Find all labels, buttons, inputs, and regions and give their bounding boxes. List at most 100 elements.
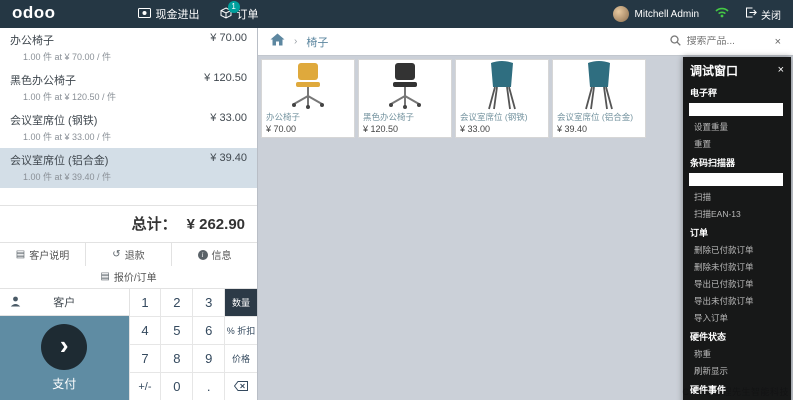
- numpad-key-6[interactable]: 6: [193, 317, 226, 345]
- numpad-key-7[interactable]: 7: [129, 345, 162, 373]
- order-total: 总计： ¥ 262.90: [0, 205, 257, 242]
- product-price: ¥ 39.40: [557, 124, 588, 134]
- product-card[interactable]: 黑色办公椅子 ¥ 120.50: [358, 59, 452, 138]
- product-card[interactable]: 会议室席位 (铝合金) ¥ 39.40: [552, 59, 646, 138]
- product-image-office-chair: [262, 60, 354, 111]
- home-icon[interactable]: [270, 33, 285, 51]
- product-name: 会议室席位 (铝合金): [557, 112, 634, 122]
- orders-label: 订单: [236, 9, 259, 21]
- close-session-button[interactable]: 关闭: [745, 7, 781, 22]
- numpad-key-9[interactable]: 9: [193, 345, 226, 373]
- info-button[interactable]: i 信息: [171, 243, 257, 266]
- order-panel: 办公椅子 ¥ 70.00 1.00 件 at ¥ 70.00 / 件 黑色办公椅子…: [0, 28, 258, 400]
- product-searchbox: ×: [669, 33, 781, 51]
- customer-icon: [10, 296, 21, 310]
- numpad-mode-discount[interactable]: % 折扣: [225, 317, 257, 345]
- barcode-input[interactable]: [689, 173, 783, 186]
- breadcrumb-category[interactable]: 椅子: [306, 34, 328, 50]
- order-lines: 办公椅子 ¥ 70.00 1.00 件 at ¥ 70.00 / 件 黑色办公椅子…: [0, 28, 257, 205]
- line-detail: 1.00 件 at ¥ 70.00 / 件: [23, 52, 112, 62]
- debug-section-hardware-status: 硬件状态: [690, 332, 727, 342]
- numpad-backspace-button[interactable]: [225, 373, 257, 400]
- debug-window: 调试窗口 × 电子秤 设置重量 重置 条码扫描器 扫描 扫描EAN-13 订单 …: [683, 57, 791, 400]
- product-price: ¥ 120.50: [363, 124, 399, 134]
- numpad-key-0[interactable]: 0: [161, 373, 194, 400]
- numpad: 1 2 3 数量 4 5 6 % 折扣 7 8 9 价格 +/- 0 .: [128, 289, 257, 400]
- total-label: 总计：: [131, 216, 177, 233]
- numpad-key-dot[interactable]: .: [193, 373, 226, 400]
- line-product-name: 办公椅子: [10, 35, 54, 47]
- export-paid-orders-button[interactable]: 导出已付款订单: [683, 275, 791, 292]
- numpad-key-plus-minus[interactable]: +/-: [129, 373, 162, 400]
- orders-count-badge: 1: [227, 0, 240, 13]
- breadcrumb: › 椅子 ×: [258, 28, 793, 56]
- debug-section-electronic-scale: 电子秤: [690, 88, 718, 98]
- product-card[interactable]: 会议室席位 (钢铁) ¥ 33.00: [455, 59, 549, 138]
- quotation-order-button[interactable]: ▤ 报价/订单: [0, 266, 257, 288]
- cash-icon: [137, 7, 151, 21]
- numpad-key-1[interactable]: 1: [129, 289, 162, 317]
- pay-arrow-icon: ›: [41, 324, 88, 370]
- delete-unpaid-orders-button[interactable]: 删除未付款订单: [683, 258, 791, 275]
- close-session-label: 关闭: [761, 10, 781, 22]
- line-product-name: 会议室席位 (钢铁): [10, 115, 98, 127]
- search-icon: [669, 33, 681, 51]
- reset-weight-button[interactable]: 重置: [683, 135, 791, 152]
- search-clear-icon[interactable]: ×: [775, 36, 781, 48]
- user-name: Mitchell Admin: [634, 8, 699, 20]
- product-image-conference-chair-steel: [456, 60, 548, 111]
- scan-ean13-button[interactable]: 扫描EAN-13: [683, 205, 791, 222]
- sign-out-icon: [745, 7, 757, 21]
- top-header: odoo 现金进出 1 订单 Mitchell Admin 关闭: [0, 0, 793, 28]
- numpad-key-3[interactable]: 3: [193, 289, 226, 317]
- weighing-status[interactable]: 称重: [683, 345, 791, 362]
- product-image-conference-chair-aluminium: [553, 60, 645, 111]
- product-card[interactable]: 办公椅子 ¥ 70.00: [261, 59, 355, 138]
- customer-note-button[interactable]: ▤ 客户说明: [0, 243, 85, 266]
- cash-in-out-button[interactable]: 现金进出: [137, 6, 200, 22]
- customer-button[interactable]: 客户: [0, 289, 129, 316]
- avatar: [612, 6, 629, 22]
- debug-close-icon[interactable]: ×: [778, 65, 784, 76]
- customer-note-icon: ▤: [15, 249, 26, 260]
- order-line[interactable]: 黑色办公椅子 ¥ 120.50 1.00 件 at ¥ 120.50 / 件: [0, 68, 257, 108]
- set-weight-button[interactable]: 设置重量: [683, 118, 791, 135]
- import-orders-button[interactable]: 导入订单: [683, 309, 791, 326]
- numpad-key-4[interactable]: 4: [129, 317, 162, 345]
- product-price: ¥ 70.00: [266, 124, 297, 134]
- delete-paid-orders-button[interactable]: 删除已付款订单: [683, 241, 791, 258]
- order-line[interactable]: 办公椅子 ¥ 70.00 1.00 件 at ¥ 70.00 / 件: [0, 28, 257, 68]
- numpad-key-8[interactable]: 8: [161, 345, 194, 373]
- order-line[interactable]: 会议室席位 (钢铁) ¥ 33.00 1.00 件 at ¥ 33.00 / 件: [0, 108, 257, 148]
- product-name: 办公椅子: [266, 112, 301, 122]
- orders-button[interactable]: 1 订单: [220, 0, 259, 22]
- wifi-status-icon[interactable]: [715, 7, 729, 21]
- numpad-key-2[interactable]: 2: [161, 289, 194, 317]
- numpad-mode-quantity[interactable]: 数量: [225, 289, 257, 317]
- scan-button[interactable]: 扫描: [683, 188, 791, 205]
- debug-section-orders: 订单: [690, 228, 709, 238]
- order-line-selected[interactable]: 会议室席位 (铝合金) ¥ 39.40 1.00 件 at ¥ 39.40 / 件: [0, 148, 257, 188]
- backspace-icon: [233, 379, 249, 394]
- numpad-key-5[interactable]: 5: [161, 317, 194, 345]
- search-input[interactable]: [686, 36, 769, 47]
- line-detail: 1.00 件 at ¥ 39.40 / 件: [23, 172, 112, 182]
- debug-section-barcode-scanner: 条码扫描器: [690, 158, 736, 168]
- pay-button[interactable]: › 支付: [0, 316, 129, 400]
- numpad-mode-price[interactable]: 价格: [225, 345, 257, 373]
- product-name: 黑色办公椅子: [363, 112, 415, 122]
- refund-button[interactable]: ↺ 退款: [85, 243, 171, 266]
- export-unpaid-orders-button[interactable]: 导出未付款订单: [683, 292, 791, 309]
- debug-section-hardware-events: 硬件事件: [690, 385, 727, 395]
- line-detail: 1.00 件 at ¥ 120.50 / 件: [23, 92, 117, 102]
- debug-window-title: 调试窗口: [690, 64, 739, 78]
- weight-input[interactable]: [689, 103, 783, 116]
- odoo-logo: odoo: [12, 3, 56, 22]
- refresh-display-button[interactable]: 刷新显示: [683, 362, 791, 379]
- product-name: 会议室席位 (钢铁): [460, 112, 528, 122]
- user-menu[interactable]: Mitchell Admin: [612, 6, 699, 22]
- quotation-order-icon: ▤: [100, 271, 110, 282]
- line-product-name: 黑色办公椅子: [10, 75, 76, 87]
- info-icon: i: [197, 249, 208, 260]
- total-value: ¥ 262.90: [186, 216, 245, 233]
